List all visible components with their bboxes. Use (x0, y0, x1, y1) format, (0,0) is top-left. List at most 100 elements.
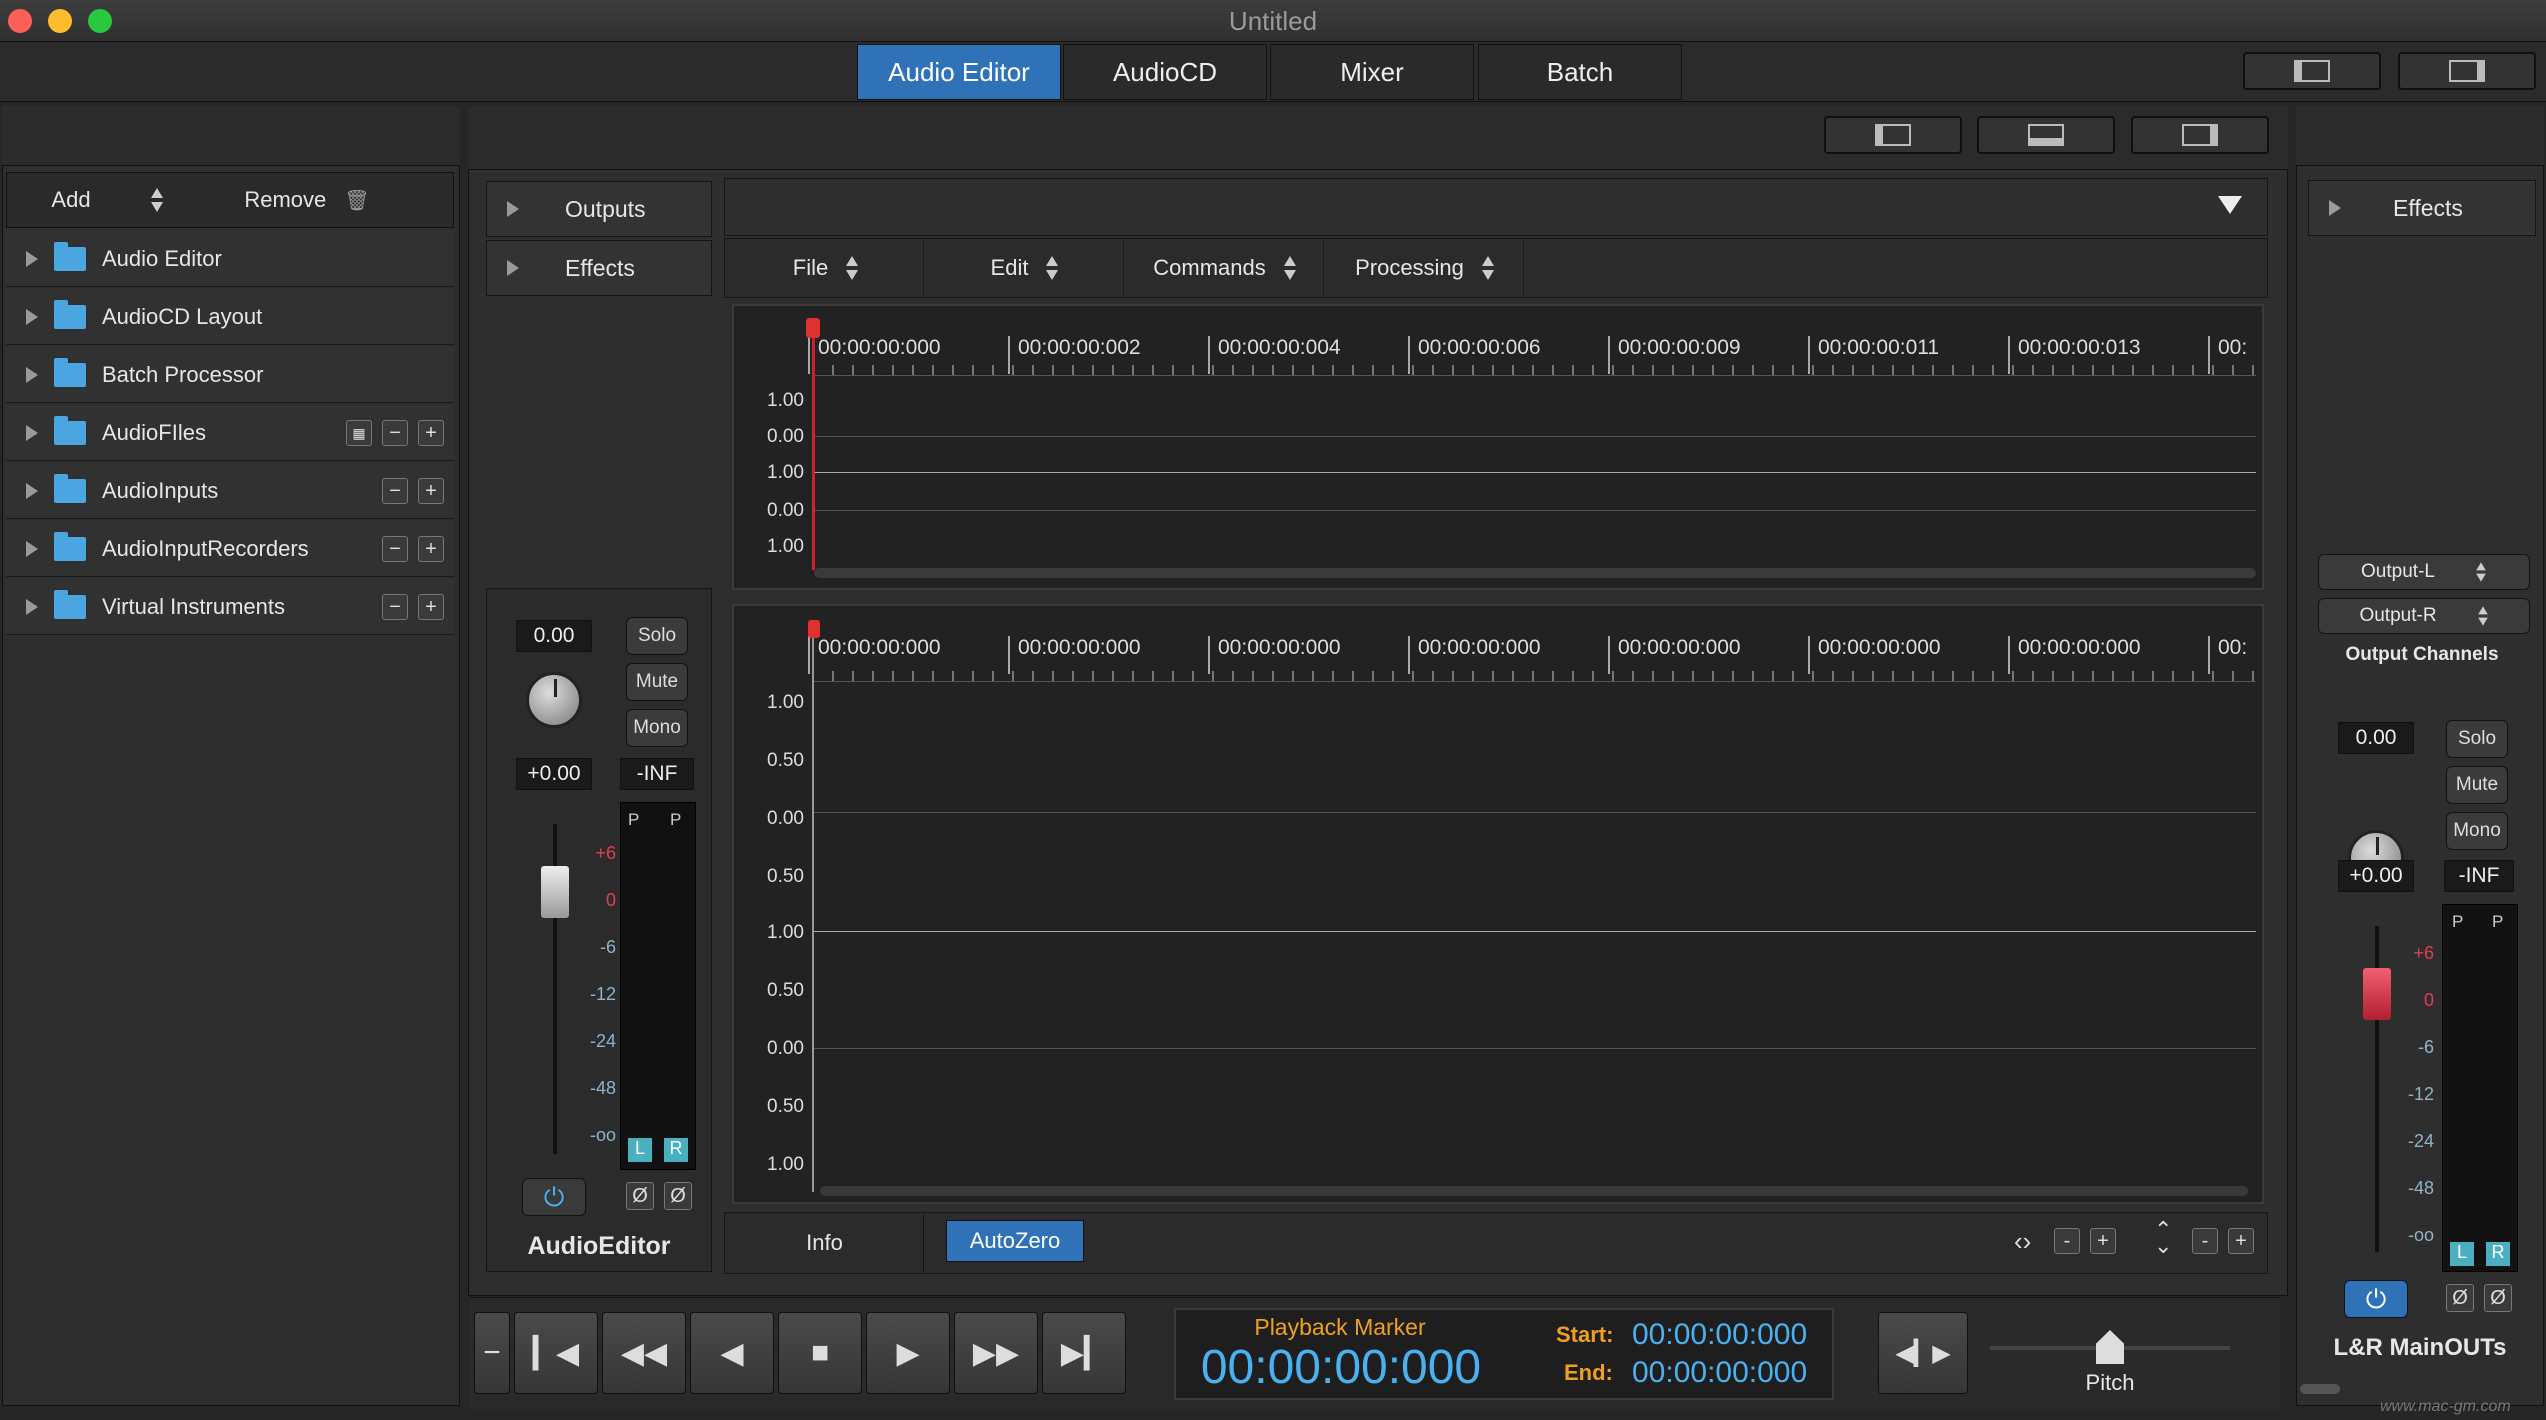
outputs-section-header[interactable]: Outputs (486, 181, 712, 237)
overview-waveform[interactable]: 00:00:00:000 00:00:00:002 00:00:00:004 0… (732, 304, 2264, 590)
add-item-button[interactable]: + (418, 419, 444, 446)
right-panel-scrollbar[interactable] (2300, 1384, 2340, 1394)
phase-invert-right-button[interactable]: Ø (664, 1182, 692, 1210)
tree-item-audiofiles[interactable]: AudioFIles ▦ − + (6, 405, 454, 461)
tree-item-audiocd-layout[interactable]: AudioCD Layout (6, 289, 454, 345)
add-item-button[interactable]: + (418, 477, 444, 504)
output-r-select[interactable]: Output-R (2318, 598, 2530, 634)
pan-readout[interactable]: +0.00 (516, 758, 592, 790)
add-button[interactable]: Add (7, 173, 207, 227)
power-icon[interactable]: ⏻ (522, 1178, 586, 1216)
peak-hold-left[interactable]: P (2452, 912, 2463, 932)
phase-invert-left-button[interactable]: Ø (626, 1182, 654, 1210)
remove-item-button[interactable]: − (382, 535, 408, 562)
stop-button[interactable]: ■ (778, 1312, 862, 1394)
mute-button[interactable]: Mute (626, 663, 688, 701)
cursor-line[interactable] (812, 620, 814, 1192)
tree-item-audio-editor[interactable]: Audio Editor (6, 231, 454, 287)
layout-right-button[interactable] (2131, 116, 2269, 154)
master-gain-readout[interactable]: 0.00 (2338, 722, 2414, 754)
master-level-meter (2442, 904, 2518, 1272)
scale-label: +6 (2413, 943, 2434, 963)
overview-scrollbar[interactable] (814, 568, 2256, 578)
ruler-label: 00: (2207, 636, 2248, 674)
master-solo-button[interactable]: Solo (2446, 720, 2508, 758)
ruler-label: 00:00:00:002 (1008, 336, 1141, 374)
playback-marker-line[interactable] (812, 324, 815, 570)
processing-menu[interactable]: Processing (1326, 240, 1524, 296)
tab-batch[interactable]: Batch (1478, 44, 1682, 100)
master-effects-header[interactable]: Effects (2308, 180, 2536, 236)
edit-menu[interactable]: Edit (926, 240, 1124, 296)
tab-audio-editor[interactable]: Audio Editor (857, 44, 1061, 100)
end-time[interactable]: 00:00:00:000 (1632, 1356, 1807, 1390)
start-time[interactable]: 00:00:00:000 (1632, 1318, 1807, 1352)
commands-menu[interactable]: Commands (1126, 240, 1324, 296)
effects-section-header[interactable]: Effects (486, 240, 712, 296)
gain-knob[interactable] (526, 672, 582, 728)
zoom-in-horizontal-button[interactable]: + (2090, 1228, 2116, 1254)
output-r-label: Output-R (2359, 605, 2437, 626)
ruler-label: 00:00:00:011 (1807, 336, 1940, 374)
amplitude-label: 0.00 (767, 500, 804, 521)
remove-button[interactable]: Remove 🗑 (207, 173, 407, 227)
tab-audiocd[interactable]: AudioCD (1063, 44, 1267, 100)
main-waveform[interactable]: 00:00:00:000 00:00:00:000 00:00:00:000 0… (732, 604, 2264, 1204)
zoom-in-vertical-button[interactable]: + (2228, 1228, 2254, 1254)
tree-item-virtual-instruments[interactable]: Virtual Instruments − + (6, 579, 454, 635)
dropdown-arrow-icon[interactable] (2218, 196, 2242, 214)
tree-item-batch-processor[interactable]: Batch Processor (6, 347, 454, 403)
loop-toggle-button[interactable]: ◀▎▶ (1878, 1312, 1968, 1394)
transport-minus-button[interactable]: − (474, 1312, 510, 1394)
playback-marker-handle[interactable] (808, 620, 820, 638)
toggle-right-panel-button[interactable] (2398, 52, 2536, 90)
skip-forward-icon: ▶▎ (1060, 1336, 1108, 1370)
master-volume-fader[interactable] (2363, 968, 2391, 1020)
peak-hold-right[interactable]: P (670, 810, 681, 830)
zoom-out-horizontal-button[interactable]: - (2054, 1228, 2080, 1254)
fast-forward-button[interactable]: ▶▶ (954, 1312, 1038, 1394)
layout-left-button[interactable] (1824, 116, 1962, 154)
scale-label: -24 (2407, 1131, 2434, 1151)
remove-item-button[interactable]: − (382, 419, 408, 446)
file-menu[interactable]: File (728, 240, 924, 296)
meter-left-label: L (2450, 1242, 2474, 1266)
tree-item-label: AudioCD Layout (102, 303, 263, 329)
solo-button[interactable]: Solo (626, 617, 688, 655)
remove-item-button[interactable]: − (382, 593, 408, 620)
horizontal-scrollbar[interactable] (820, 1186, 2248, 1196)
master-pan-readout[interactable]: +0.00 (2338, 860, 2414, 892)
master-mono-button[interactable]: Mono (2446, 812, 2508, 850)
add-item-button[interactable]: + (418, 535, 444, 562)
go-to-end-button[interactable]: ▶▎ (1042, 1312, 1126, 1394)
toggle-left-panel-button[interactable] (2243, 52, 2381, 90)
peak-hold-right[interactable]: P (2492, 912, 2503, 932)
playback-marker-handle[interactable] (806, 318, 820, 338)
autozero-button[interactable]: AutoZero (946, 1220, 1084, 1262)
go-to-start-button[interactable]: ▎◀ (514, 1312, 598, 1394)
amplitude-label: 1.00 (767, 922, 804, 943)
master-mute-button[interactable]: Mute (2446, 766, 2508, 804)
peak-hold-left[interactable]: P (628, 810, 639, 830)
master-power-icon[interactable]: ⏻ (2344, 1280, 2408, 1318)
layout-bottom-button[interactable] (1977, 116, 2115, 154)
right-panel-header (2296, 106, 2544, 166)
scale-label: -48 (2407, 1178, 2434, 1198)
tree-item-audioinputs[interactable]: AudioInputs − + (6, 463, 454, 519)
zoom-out-vertical-button[interactable]: - (2192, 1228, 2218, 1254)
tab-mixer[interactable]: Mixer (1270, 44, 1474, 100)
gain-readout[interactable]: 0.00 (516, 620, 592, 652)
play-button[interactable]: ▶ (866, 1312, 950, 1394)
volume-fader[interactable] (541, 866, 569, 918)
add-item-button[interactable]: + (418, 593, 444, 620)
info-tab[interactable]: Info (726, 1214, 924, 1272)
play-reverse-button[interactable]: ◀ (690, 1312, 774, 1394)
remove-item-button[interactable]: − (382, 477, 408, 504)
phase-invert-right-button[interactable]: Ø (2484, 1284, 2512, 1312)
save-icon[interactable]: ▦ (346, 419, 372, 446)
tree-item-audioinputrecorders[interactable]: AudioInputRecorders − + (6, 521, 454, 577)
mono-button[interactable]: Mono (626, 709, 688, 747)
output-l-select[interactable]: Output-L (2318, 554, 2530, 590)
rewind-button[interactable]: ◀◀ (602, 1312, 686, 1394)
phase-invert-left-button[interactable]: Ø (2446, 1284, 2474, 1312)
